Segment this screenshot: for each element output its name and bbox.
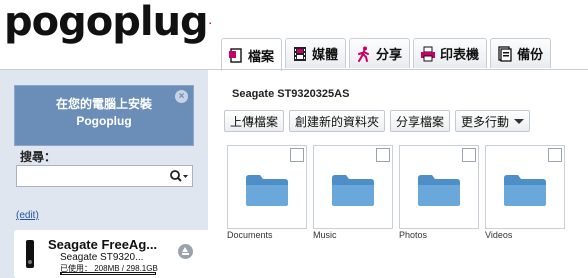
share-files-button[interactable]: 分享檔案 [390, 110, 451, 132]
tab-printers[interactable]: 印表機 [413, 38, 488, 68]
folder-label: Photos [399, 230, 428, 240]
drive-title: Seagate ST9320325AS [232, 88, 350, 100]
chevron-down-icon [514, 118, 525, 124]
create-folder-button[interactable]: 創建新的資料夾 [289, 110, 386, 132]
select-checkbox[interactable] [290, 148, 304, 162]
tab-backup[interactable]: 備份 [490, 38, 552, 68]
more-actions-label: 更多行動 [461, 114, 510, 129]
logo-trademark: . [208, 17, 212, 26]
header: pogoplug. 檔案 媒體 分享 印表機 備份 [0, 0, 588, 71]
search-label: 搜尋： [20, 150, 57, 164]
device-name: Seagate FreeAg... [48, 237, 158, 252]
eject-icon[interactable] [178, 244, 193, 259]
sidebar: × 在您的電腦上安裝 Pogoplug 搜尋： (edit) Seagate F… [0, 70, 208, 278]
main-tabs: 檔案 媒體 分享 印表機 備份 [221, 38, 554, 71]
select-checkbox[interactable] [548, 148, 562, 162]
tab-files[interactable]: 檔案 [221, 38, 283, 71]
select-checkbox[interactable] [376, 148, 390, 162]
tab-share-label: 分享 [376, 47, 403, 62]
tab-backup-label: 備份 [517, 47, 544, 62]
tab-files-label: 檔案 [248, 48, 275, 64]
tab-share[interactable]: 分享 [349, 38, 411, 68]
folder-photos[interactable] [399, 145, 479, 229]
device-drive: Seagate ST9320... [60, 252, 144, 263]
folder-documents[interactable] [227, 145, 307, 229]
folder-icon [504, 175, 546, 206]
install-line1: 在您的電腦上安裝 [55, 97, 152, 111]
action-toolbar: 上傳檔案 創建新的資料夾 分享檔案 更多行動 [224, 110, 535, 132]
usage-bar-fill [61, 273, 62, 274]
folder-label: Music [313, 230, 337, 240]
tab-media[interactable]: 媒體 [285, 38, 347, 68]
tab-media-label: 媒體 [312, 47, 339, 62]
more-actions-button[interactable]: 更多行動 [455, 110, 531, 132]
search-icon[interactable] [169, 169, 189, 183]
drive-icon [26, 240, 34, 268]
folder-label: Documents [227, 230, 273, 240]
device-item[interactable]: Seagate FreeAg... Seagate ST9320... 已使用：… [14, 230, 208, 278]
folder-grid [227, 145, 571, 229]
file-icon [228, 47, 244, 63]
folder-icon [246, 175, 288, 206]
pogoplug-logo[interactable]: pogoplug. [4, 0, 212, 45]
logo-text: pogoplug [4, 0, 209, 45]
folder-label: Videos [485, 230, 513, 240]
search-field [16, 165, 193, 187]
printer-icon [420, 46, 436, 62]
backup-icon [497, 45, 513, 62]
edit-link[interactable]: (edit) [16, 210, 39, 221]
folder-music[interactable] [313, 145, 393, 229]
tab-printers-label: 印表機 [440, 47, 480, 62]
folder-videos[interactable] [485, 145, 565, 229]
usage-bar [60, 272, 156, 275]
upload-files-button[interactable]: 上傳檔案 [224, 110, 285, 132]
search-input[interactable] [17, 166, 167, 186]
close-icon[interactable]: × [175, 90, 188, 103]
install-line2: Pogoplug [76, 114, 132, 128]
folder-icon [418, 175, 460, 206]
install-pogoplug-banner[interactable]: × 在您的電腦上安裝 Pogoplug [14, 85, 194, 146]
folder-icon [332, 175, 374, 206]
select-checkbox[interactable] [462, 148, 476, 162]
film-icon [292, 46, 308, 62]
walking-person-icon [356, 46, 372, 62]
